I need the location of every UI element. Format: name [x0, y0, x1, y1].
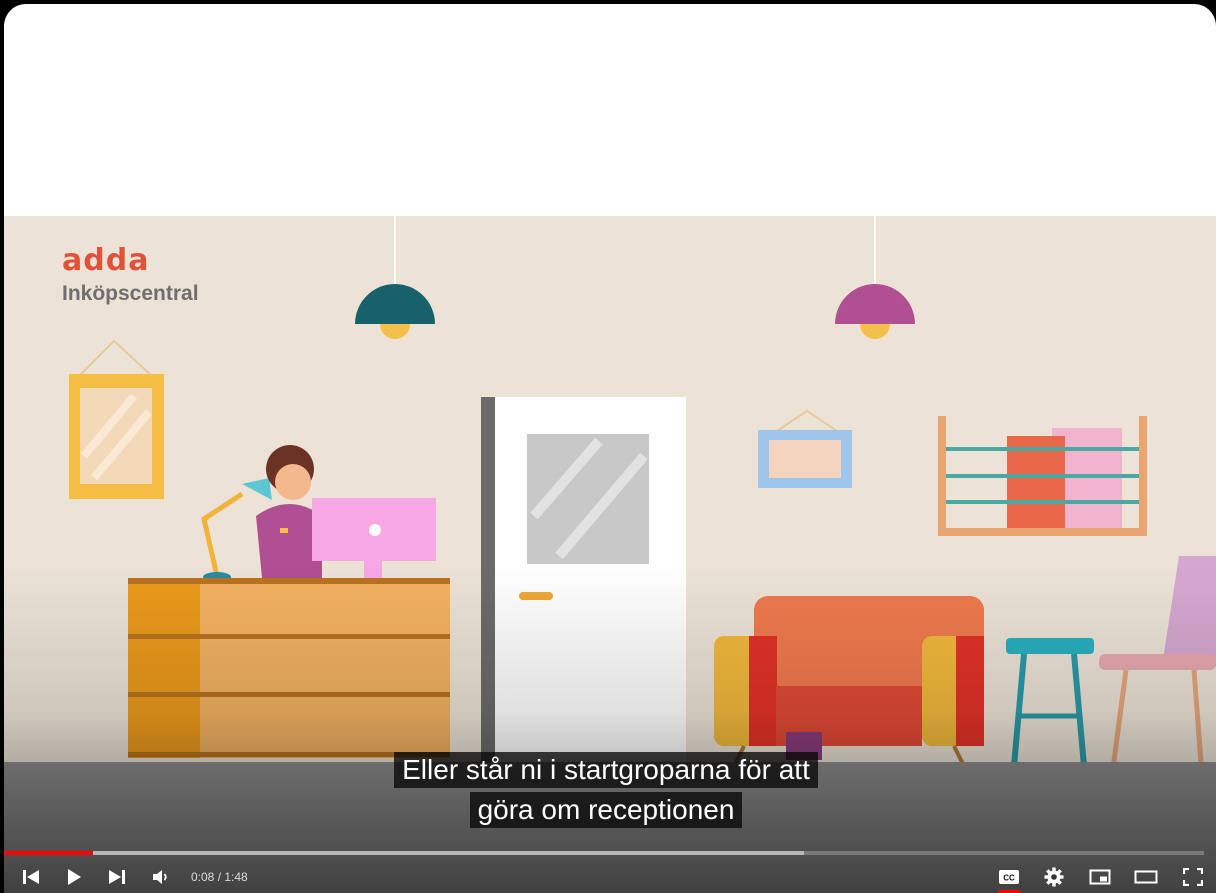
logo-wordmark: adda [62, 243, 150, 278]
svg-text:CC: CC [1003, 874, 1015, 883]
closed-captions-icon: CC [999, 870, 1019, 884]
next-icon [109, 870, 125, 884]
fullscreen-icon [1183, 868, 1203, 886]
fullscreen-button[interactable] [1180, 864, 1206, 890]
previous-button[interactable] [18, 864, 44, 890]
theater-mode-button[interactable] [1133, 864, 1159, 890]
play-icon [68, 869, 81, 885]
time-separator: / [214, 870, 225, 884]
progress-buffered [4, 851, 805, 855]
previous-icon [23, 870, 39, 884]
caption-line-1: Eller står ni i startgroparna för att [394, 752, 818, 788]
settings-button[interactable] [1041, 864, 1067, 890]
miniplayer-button[interactable] [1087, 864, 1113, 890]
volume-icon [153, 870, 167, 884]
time-duration: 1:48 [224, 870, 248, 884]
time-current: 0:08 [191, 870, 215, 884]
mute-button[interactable] [148, 864, 174, 890]
caption-window: Eller står ni i startgroparna för att gö… [0, 752, 1212, 832]
subtitles-button[interactable]: CC [996, 864, 1022, 890]
theater-mode-icon [1134, 870, 1158, 884]
progress-bar[interactable] [4, 851, 1204, 855]
caption-line-2: göra om receptionen [469, 792, 743, 828]
player-controls: 0:08 / 1:48 CC [0, 860, 1216, 893]
logo-subtitle: Inköpscentral [62, 282, 199, 305]
next-button[interactable] [104, 864, 130, 890]
miniplayer-icon [1089, 869, 1111, 885]
settings-gear-icon [1044, 867, 1064, 887]
play-button[interactable] [61, 864, 87, 890]
time-display: 0:08 / 1:48 [191, 870, 248, 884]
adda-logo: adda Inköpscentral [62, 246, 199, 306]
progress-played [4, 851, 93, 855]
video-player-frame: adda Inköpscentral Eller står ni i start… [0, 0, 1216, 893]
